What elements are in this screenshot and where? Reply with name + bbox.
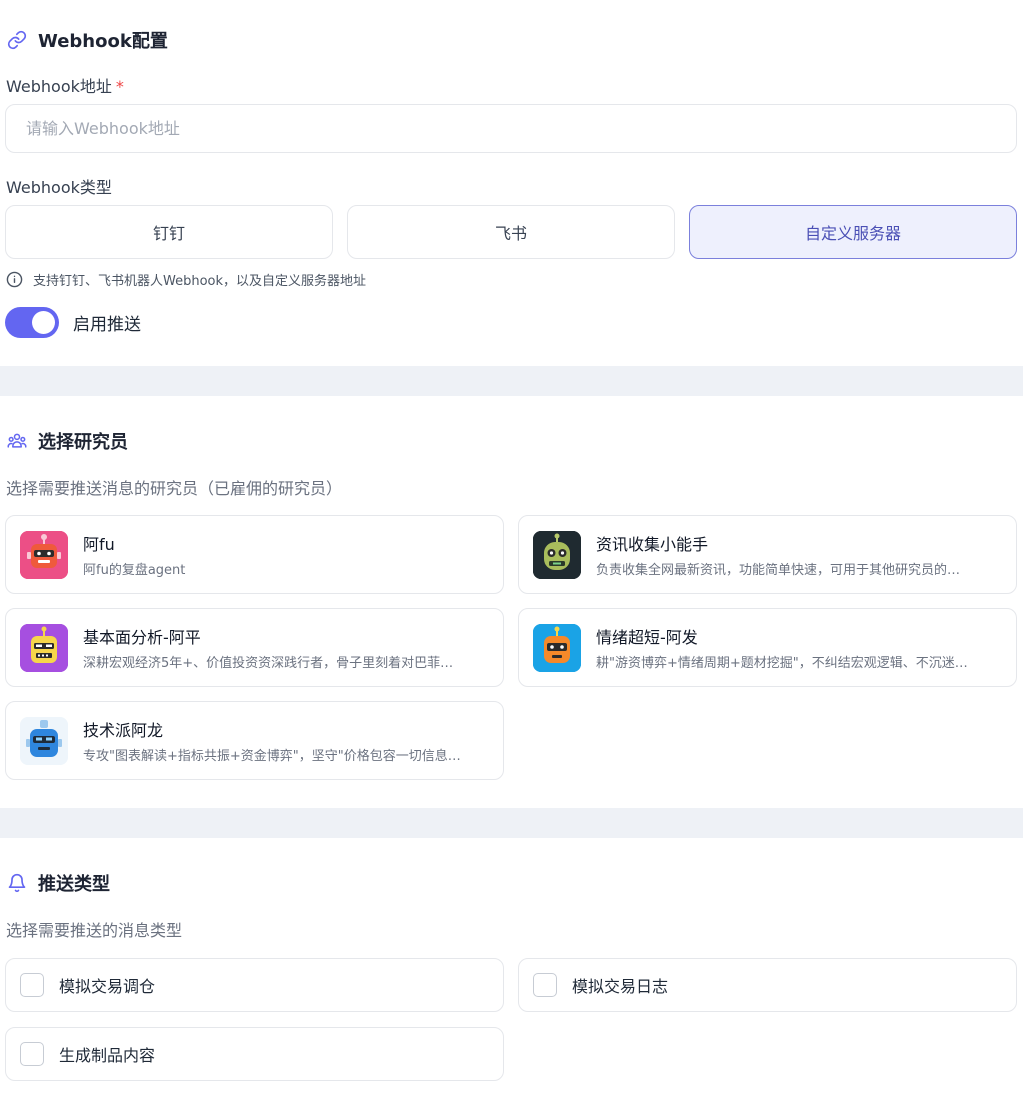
toggle-knob xyxy=(32,311,55,334)
section-divider xyxy=(0,366,1023,396)
researcher-desc: 深耕宏观经济5年+、价值投资资深践行者，骨子里刻着对巴菲… xyxy=(83,656,454,671)
users-icon xyxy=(6,430,28,452)
researcher-section: 选择研究员 选择需要推送消息的研究员（已雇佣的研究员） 阿fu 阿fu的复盘ag… xyxy=(0,396,1023,808)
researcher-card[interactable]: 技术派阿龙 专攻"图表解读+指标共振+资金博弈"，坚守"价格包容一切信息… xyxy=(5,701,504,780)
push-type-section-title: 推送类型 xyxy=(6,870,110,896)
checkbox[interactable] xyxy=(20,1042,44,1066)
push-option-label: 模拟交易日志 xyxy=(572,977,669,996)
hint-text: 支持钉钉、飞书机器人Webhook，以及自定义服务器地址 xyxy=(33,274,367,289)
researcher-card[interactable]: 基本面分析-阿平 深耕宏观经济5年+、价值投资资深践行者，骨子里刻着对巴菲… xyxy=(5,608,504,687)
push-option-label: 生成制品内容 xyxy=(59,1046,156,1065)
enable-push-label: 启用推送 xyxy=(73,315,141,335)
dark-robot-icon xyxy=(533,530,581,579)
push-option-sim-trade-log[interactable]: 模拟交易日志 xyxy=(518,958,1017,1012)
webhook-address-label-text: Webhook地址 xyxy=(6,77,112,96)
enable-push-row: 启用推送 xyxy=(5,307,141,338)
type-button-label: 自定义服务器 xyxy=(804,224,901,243)
researcher-section-title: 选择研究员 xyxy=(6,428,128,454)
bell-icon xyxy=(6,872,28,894)
pink-robot-icon xyxy=(20,530,68,579)
webhook-address-input[interactable] xyxy=(5,104,1017,153)
researcher-name: 资讯收集小能手 xyxy=(596,535,709,554)
webhook-hint: 支持钉钉、飞书机器人Webhook，以及自定义服务器地址 xyxy=(6,270,366,289)
push-option-generate-artifact[interactable]: 生成制品内容 xyxy=(5,1027,504,1081)
push-type-title-text: 推送类型 xyxy=(38,874,110,895)
researcher-name: 阿fu xyxy=(83,535,115,554)
blue-orange-robot-icon xyxy=(533,623,581,672)
webhook-title-text: Webhook配置 xyxy=(38,31,168,52)
webhook-config-section: Webhook配置 Webhook地址* Webhook类型 钉钉 飞书 自定义… xyxy=(0,0,1023,366)
researcher-card-text: 情绪超短-阿发 耕"游资博弈+情绪周期+题材挖掘"，不纠结宏观逻辑、不沉迷… xyxy=(596,624,996,671)
researcher-desc: 负责收集全网最新资讯，功能简单快速，可用于其他研究员的… xyxy=(596,563,961,578)
researcher-name: 技术派阿龙 xyxy=(83,721,164,740)
researcher-card[interactable]: 情绪超短-阿发 耕"游资博弈+情绪周期+题材挖掘"，不纠结宏观逻辑、不沉迷… xyxy=(518,608,1017,687)
type-button-custom-server[interactable]: 自定义服务器 xyxy=(689,205,1017,259)
researcher-card-text: 资讯收集小能手 负责收集全网最新资讯，功能简单快速，可用于其他研究员的… xyxy=(596,531,996,578)
researcher-card-text: 阿fu 阿fu的复盘agent xyxy=(83,531,483,578)
researcher-desc: 阿fu的复盘agent xyxy=(83,563,186,578)
researcher-desc: 耕"游资博弈+情绪周期+题材挖掘"，不纠结宏观逻辑、不沉迷… xyxy=(596,656,968,671)
push-option-label: 模拟交易调仓 xyxy=(59,977,156,996)
checkbox[interactable] xyxy=(533,973,557,997)
researcher-name: 情绪超短-阿发 xyxy=(596,628,698,647)
push-option-sim-trade-rebalance[interactable]: 模拟交易调仓 xyxy=(5,958,504,1012)
blue-robot-icon xyxy=(20,716,68,765)
researcher-description: 选择需要推送消息的研究员（已雇佣的研究员） xyxy=(6,479,343,498)
researcher-card[interactable]: 阿fu 阿fu的复盘agent xyxy=(5,515,504,594)
enable-push-toggle[interactable] xyxy=(5,307,59,338)
type-button-dingtalk[interactable]: 钉钉 xyxy=(5,205,333,259)
push-type-section: 推送类型 选择需要推送的消息类型 模拟交易调仓 模拟交易日志 生成制品内容 xyxy=(0,838,1023,1096)
push-type-description: 选择需要推送的消息类型 xyxy=(6,921,183,940)
researcher-title-text: 选择研究员 xyxy=(38,432,128,453)
webhook-type-label: Webhook类型 xyxy=(6,178,112,197)
webhook-section-title: Webhook配置 xyxy=(6,27,168,53)
purple-yellow-robot-icon xyxy=(20,623,68,672)
researcher-name: 基本面分析-阿平 xyxy=(83,628,201,647)
required-mark: * xyxy=(115,77,124,96)
link-icon xyxy=(6,29,28,51)
type-button-label: 钉钉 xyxy=(152,224,185,243)
type-button-feishu[interactable]: 飞书 xyxy=(347,205,675,259)
researcher-card[interactable]: 资讯收集小能手 负责收集全网最新资讯，功能简单快速，可用于其他研究员的… xyxy=(518,515,1017,594)
section-divider xyxy=(0,808,1023,838)
type-button-label: 飞书 xyxy=(494,224,527,243)
researcher-card-text: 技术派阿龙 专攻"图表解读+指标共振+资金博弈"，坚守"价格包容一切信息… xyxy=(83,717,483,764)
webhook-address-label: Webhook地址 * xyxy=(6,73,124,97)
checkbox[interactable] xyxy=(20,973,44,997)
researcher-desc: 专攻"图表解读+指标共振+资金博弈"，坚守"价格包容一切信息… xyxy=(83,749,461,764)
researcher-card-text: 基本面分析-阿平 深耕宏观经济5年+、价值投资资深践行者，骨子里刻着对巴菲… xyxy=(83,624,483,671)
info-icon xyxy=(6,271,23,288)
